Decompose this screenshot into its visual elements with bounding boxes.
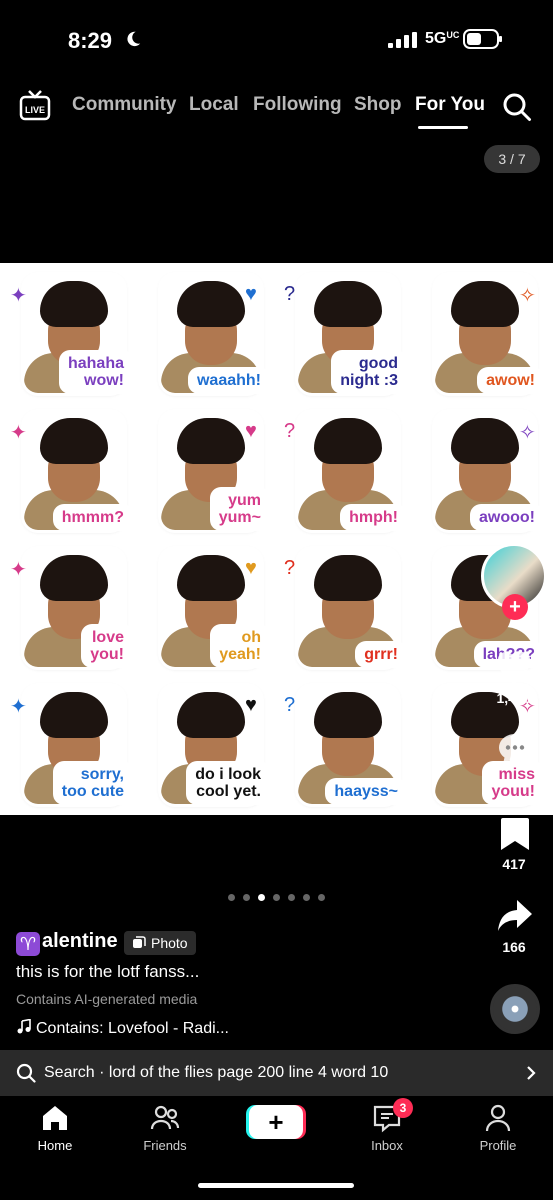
home-indicator — [198, 1183, 354, 1188]
carousel-dot[interactable] — [258, 894, 265, 901]
tab-shop[interactable]: Shop — [354, 94, 402, 116]
bookmark-icon[interactable] — [496, 815, 534, 853]
music-link[interactable]: Contains: Lovefool - Radi... — [16, 1018, 229, 1038]
create-button[interactable]: + — [249, 1105, 303, 1139]
search-small-icon — [16, 1063, 36, 1083]
sticker-caption: love you! — [84, 627, 130, 665]
save-count: 417 — [502, 856, 526, 872]
ai-generated-label: Contains AI-generated media — [16, 991, 198, 1007]
sticker: ✧ awow! — [419, 269, 547, 399]
signal-icon — [388, 32, 417, 48]
sticker-decoration-icon: ✧ — [519, 422, 536, 444]
sticker-caption: hmph! — [343, 507, 404, 528]
sticker: ✦ love you! — [8, 543, 136, 673]
sticker-caption: grrr! — [358, 644, 404, 665]
sticker-decoration-icon: ✦ — [10, 559, 27, 581]
sticker: ♥ yum yum~ — [145, 406, 273, 536]
sticker-decoration-icon: ♥ — [245, 420, 257, 442]
sticker-caption: yum yum~ — [212, 490, 267, 528]
sticker: ? haayss~ — [282, 680, 410, 810]
sticker: ♥ do i look cool yet. — [145, 680, 273, 810]
post-description[interactable]: this is for the lotf fanss... — [16, 962, 199, 982]
comment-icon[interactable] — [496, 730, 534, 768]
tab-for-you[interactable]: For You — [415, 94, 485, 116]
sticker-caption: oh yeah! — [213, 627, 267, 665]
active-tab-indicator — [418, 126, 468, 129]
sticker-caption: do i look cool yet. — [189, 764, 267, 802]
sticker: ? good night :3 — [282, 269, 410, 399]
sticker-decoration-icon: ? — [284, 694, 296, 716]
photo-stack-icon — [133, 936, 146, 948]
carousel-dot[interactable] — [288, 894, 295, 901]
sticker-decoration-icon: ? — [284, 420, 296, 442]
sticker-caption: hahaha wow! — [61, 353, 130, 391]
sticker-decoration-icon: ? — [284, 557, 296, 579]
nav-friends[interactable]: Friends — [120, 1102, 210, 1153]
live-tv-icon: LIVE — [19, 90, 51, 121]
chevron-right-icon — [527, 1066, 536, 1080]
follow-button[interactable]: + — [502, 594, 528, 620]
sticker-decoration-icon: ✦ — [10, 696, 27, 718]
share-icon[interactable] — [496, 896, 534, 934]
sticker-caption: sorry, too cute — [55, 764, 130, 802]
sticker: ? hmph! — [282, 406, 410, 536]
profile-icon — [485, 1104, 511, 1132]
sticker-caption: miss youu! — [485, 764, 541, 802]
sticker: ✦ hmmm? — [8, 406, 136, 536]
sticker-decoration-icon: ♥ — [245, 557, 257, 579]
sticker: ♥ waaahh! — [145, 269, 273, 399]
nav-inbox[interactable]: Inbox — [342, 1102, 432, 1153]
network-indicator: 5GUC — [425, 30, 460, 47]
carousel-dot[interactable] — [228, 894, 235, 901]
like-count: 1,408 — [496, 690, 532, 706]
sticker-decoration-icon: ✧ — [519, 285, 536, 307]
sticker: ✧ awooo! — [419, 406, 547, 536]
related-search-bar[interactable]: Search · lord of the flies page 200 line… — [0, 1050, 553, 1096]
search-icon[interactable] — [502, 92, 532, 122]
sticker-caption: good night :3 — [334, 353, 404, 391]
sticker-caption: awow! — [480, 370, 541, 391]
battery-icon — [463, 29, 502, 49]
tab-following[interactable]: Following — [253, 94, 342, 116]
sticker-caption: awooo! — [473, 507, 541, 528]
tab-community[interactable]: Community — [72, 94, 177, 116]
inbox-badge: 3 — [393, 1098, 413, 1118]
username[interactable]: ♈ alentine — [16, 930, 118, 956]
music-note-icon — [17, 1018, 31, 1034]
related-search-text: Search · lord of the flies page 200 line… — [44, 1064, 389, 1081]
tab-local[interactable]: Local — [189, 94, 239, 116]
status-time: 8:29 — [68, 28, 113, 53]
nav-profile[interactable]: Profile — [453, 1102, 543, 1153]
live-button[interactable]: LIVE — [19, 89, 51, 121]
moon-icon — [127, 31, 141, 47]
sticker: ✦ sorry, too cute — [8, 680, 136, 810]
carousel-dot[interactable] — [303, 894, 310, 901]
sticker: ? grrr! — [282, 543, 410, 673]
carousel-dot[interactable] — [243, 894, 250, 901]
sticker-decoration-icon: ? — [284, 283, 296, 305]
sticker-decoration-icon: ✦ — [10, 285, 27, 307]
aries-emoji: ♈ — [16, 932, 40, 956]
sticker-caption: haayss~ — [328, 781, 404, 802]
sticker-sheet-photo[interactable]: ✦ hahaha wow! ♥ waaahh!? good night :3 ✧ awow!… — [0, 263, 553, 815]
music-disc[interactable] — [490, 984, 540, 1034]
sticker-decoration-icon: ✦ — [10, 422, 27, 444]
nav-home[interactable]: Home — [10, 1102, 100, 1153]
heart-icon[interactable] — [495, 650, 533, 688]
sticker-caption: waaahh! — [190, 370, 267, 391]
sticker-decoration-icon: ♥ — [245, 694, 257, 716]
sticker-caption: hmmm? — [55, 507, 130, 528]
carousel-dot[interactable] — [273, 894, 280, 901]
svg-text:LIVE: LIVE — [25, 105, 45, 115]
sticker: ♥ oh yeah! — [145, 543, 273, 673]
photo-counter: 3 / 7 — [484, 145, 540, 173]
photo-badge: Photo — [124, 931, 196, 955]
sticker: ✦ hahaha wow! — [8, 269, 136, 399]
share-count: 166 — [502, 939, 526, 955]
sticker-decoration-icon: ♥ — [245, 283, 257, 305]
carousel-dot[interactable] — [318, 894, 325, 901]
home-icon — [43, 1106, 67, 1130]
friends-icon — [150, 1105, 180, 1130]
